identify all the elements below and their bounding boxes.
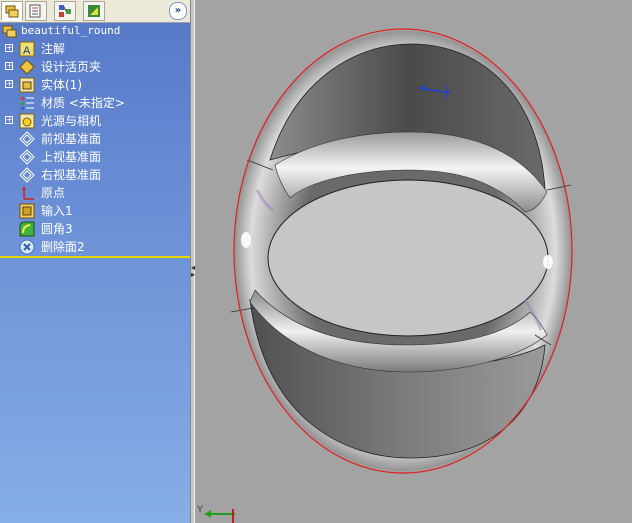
view-triad: Y [197, 504, 235, 523]
tree-item-label: 注解 [41, 42, 66, 56]
annotations-icon: A [19, 41, 35, 57]
tree-item-label: 输入1 [41, 204, 73, 218]
tree-item-design-binder[interactable]: + 设计活页夹 [0, 58, 190, 76]
expand-toggle[interactable]: + [5, 116, 13, 124]
tree-item-right-plane[interactable]: 右视基准面 [0, 166, 190, 184]
plane-icon [19, 167, 35, 183]
fillet-icon [19, 221, 35, 237]
tree-item-lights-cameras[interactable]: + 光源与相机 [0, 112, 190, 130]
dimxpert-icon [88, 5, 100, 17]
collapse-panel-button[interactable]: » [169, 2, 187, 20]
featuremanager-tab[interactable] [1, 1, 23, 21]
solid-bodies-icon [19, 77, 35, 93]
design-binder-icon [19, 59, 35, 75]
rollback-bar[interactable] [0, 256, 190, 258]
graphics-viewport[interactable]: Y [195, 0, 632, 523]
tree-item-label: 前视基准面 [41, 132, 102, 146]
expand-toggle[interactable]: + [5, 62, 13, 70]
tree-item-fillet3[interactable]: 圆角3 [0, 220, 190, 238]
delete-face-icon [19, 239, 35, 255]
material-icon [21, 97, 34, 110]
manager-tab-bar: » [0, 0, 190, 23]
feature-tree-icon [5, 5, 19, 18]
tree-item-delete-face2[interactable]: 删除面2 [0, 238, 190, 256]
propertymanager-tab[interactable] [25, 1, 47, 21]
expand-toggle[interactable]: + [5, 80, 13, 88]
tree-item-solid-bodies[interactable]: + 实体(1) [0, 76, 190, 94]
origin-icon [22, 186, 34, 200]
flat-top-face[interactable] [267, 179, 549, 337]
imported-feature-icon [19, 203, 35, 219]
feature-manager-panel: » beautiful_round + A 注解 + 设计活页夹 + 实体(1)… [0, 0, 190, 523]
property-manager-icon [29, 4, 41, 18]
part-icon [2, 25, 17, 38]
plane-icon [19, 131, 35, 147]
configurationmanager-tab[interactable] [54, 1, 76, 21]
dimxpert-tab[interactable] [83, 1, 105, 21]
tree-item-import1[interactable]: 输入1 [0, 202, 190, 220]
tree-item-label: 设计活页夹 [41, 60, 102, 74]
tree-item-label: 材质 <未指定> [41, 96, 125, 110]
tree-item-front-plane[interactable]: 前视基准面 [0, 130, 190, 148]
plane-icon [19, 149, 35, 165]
tree-item-label: 实体(1) [41, 78, 82, 92]
model-view[interactable]: Y [195, 0, 632, 523]
tree-item-label: 光源与相机 [41, 114, 102, 128]
tree-item-label: 删除面2 [41, 240, 85, 254]
expand-toggle[interactable]: + [5, 44, 13, 52]
tree-item-top-plane[interactable]: 上视基准面 [0, 148, 190, 166]
tree-item-origin[interactable]: 原点 [0, 184, 190, 202]
tree-item-label: 原点 [41, 186, 66, 200]
highlight [543, 255, 553, 269]
tree-item-label: 上视基准面 [41, 150, 102, 164]
tree-item-material[interactable]: 材质 <未指定> [0, 94, 190, 112]
tree-item-annotations[interactable]: + A 注解 [0, 40, 190, 58]
tree-item-label: 圆角3 [41, 222, 73, 236]
lights-cameras-icon [19, 113, 35, 129]
triad-y-label: Y [197, 504, 203, 514]
svg-text:A: A [23, 45, 31, 57]
part-name: beautiful_round [21, 24, 121, 37]
tree-item-label: 右视基准面 [41, 168, 102, 182]
highlight [241, 232, 251, 248]
configuration-icon [59, 5, 71, 17]
tree-root-part[interactable]: beautiful_round [0, 22, 190, 40]
